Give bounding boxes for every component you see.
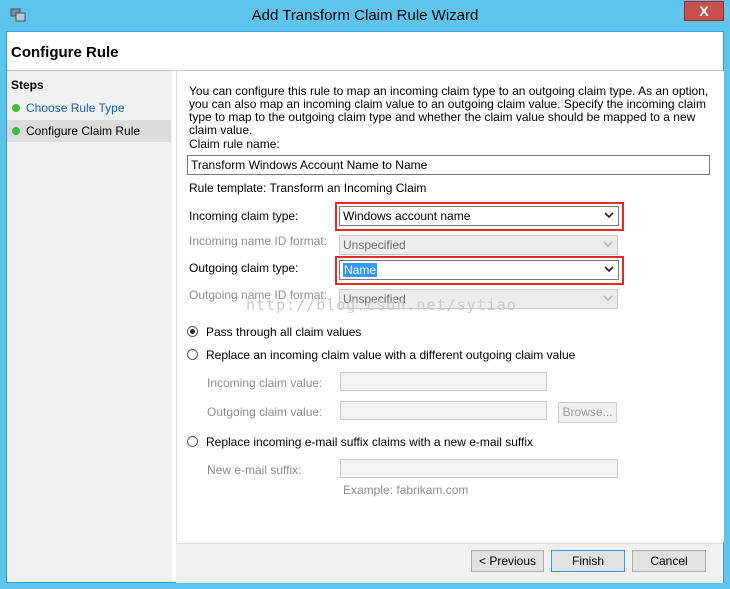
new-suffix-label: New e-mail suffix: <box>207 463 302 477</box>
step-choose-rule-type[interactable]: Choose Rule Type <box>7 97 171 119</box>
outgoing-claim-type-select[interactable]: Name <box>339 260 619 280</box>
incoming-nameid-select[interactable]: Unspecified <box>339 235 618 255</box>
browse-button[interactable]: Browse... <box>558 402 617 423</box>
incoming-claim-type-value: Windows account name <box>343 209 471 223</box>
step-label: Configure Claim Rule <box>26 124 141 138</box>
page-title: Configure Rule <box>11 44 119 61</box>
incoming-claim-type-label: Incoming claim type: <box>189 209 299 223</box>
rule-name-input[interactable]: Transform Windows Account Name to Name <box>187 155 710 175</box>
replace-value-radio[interactable] <box>187 349 198 360</box>
pass-through-radio[interactable] <box>187 326 198 337</box>
rule-template-text: Rule template: Transform an Incoming Cla… <box>189 181 427 195</box>
example-text: Example: fabrikam.com <box>343 483 469 497</box>
incoming-nameid-value: Unspecified <box>343 238 406 252</box>
rule-description: You can configure this rule to map an in… <box>189 84 709 137</box>
outgoing-claim-type-label: Outgoing claim type: <box>189 261 299 275</box>
close-button[interactable]: X <box>684 1 724 21</box>
step-label: Choose Rule Type <box>26 101 125 115</box>
finish-button[interactable]: Finish <box>551 550 625 572</box>
step-configure-claim-rule[interactable]: Configure Claim Rule <box>7 120 171 142</box>
chevron-down-icon <box>603 295 613 302</box>
watermark-text: http://blog.csdn.net/sytiao <box>246 296 517 314</box>
incoming-claim-type-select[interactable]: Windows account name <box>339 206 619 226</box>
email-suffix-radio[interactable] <box>187 436 198 447</box>
incoming-nameid-label: Incoming name ID format: <box>189 234 328 248</box>
new-suffix-input[interactable] <box>340 459 618 478</box>
incoming-value-input[interactable] <box>340 372 547 391</box>
chevron-down-icon <box>604 266 614 273</box>
previous-button[interactable]: < Previous <box>471 550 544 572</box>
window-title: Add Transform Claim Rule Wizard <box>251 7 479 24</box>
cancel-button[interactable]: Cancel <box>632 550 706 572</box>
chevron-down-icon <box>603 241 613 248</box>
close-icon: X <box>699 3 709 19</box>
rule-name-label: Claim rule name: <box>189 137 280 151</box>
outgoing-value-label: Outgoing claim value: <box>207 405 323 419</box>
outgoing-claim-type-value: Name <box>343 263 378 277</box>
replace-value-label[interactable]: Replace an incoming claim value with a d… <box>206 348 575 362</box>
step-current-icon <box>12 127 20 135</box>
outgoing-value-input[interactable] <box>340 401 547 420</box>
incoming-value-label: Incoming claim value: <box>207 376 323 390</box>
pass-through-label[interactable]: Pass through all claim values <box>206 325 361 339</box>
steps-pane <box>7 71 172 582</box>
email-suffix-label[interactable]: Replace incoming e-mail suffix claims wi… <box>206 435 533 449</box>
step-complete-icon <box>12 104 20 112</box>
steps-title: Steps <box>11 78 44 92</box>
chevron-down-icon <box>604 212 614 219</box>
radio-selected-dot <box>190 329 195 334</box>
